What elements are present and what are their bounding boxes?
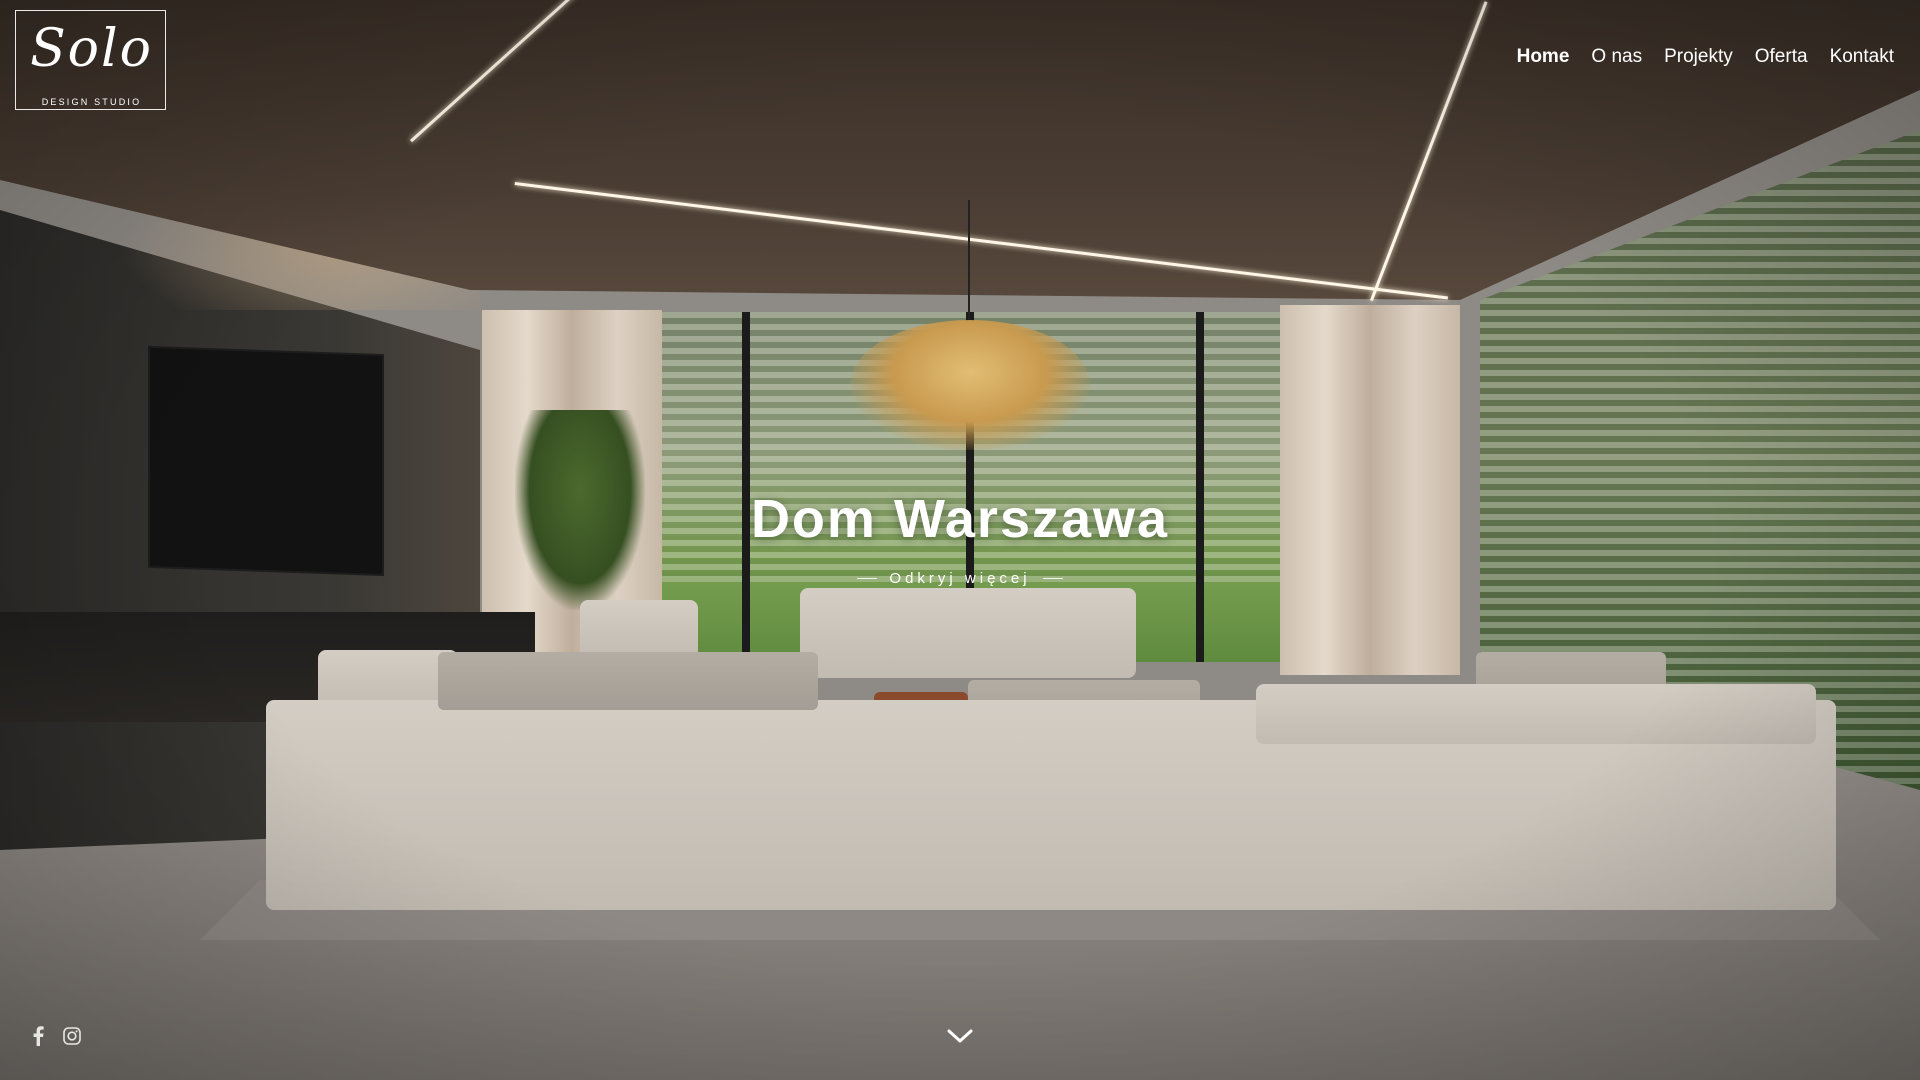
logo-script: Solo	[30, 19, 153, 79]
chevron-down-icon[interactable]	[947, 1026, 973, 1046]
discover-more-label[interactable]: Odkryj więcej	[889, 570, 1030, 587]
nav-item-projekty[interactable]: Projekty	[1664, 46, 1733, 68]
nav-item-oferta[interactable]: Oferta	[1755, 46, 1808, 68]
hero-title: Dom Warszawa	[750, 489, 1170, 549]
main-nav: Home O nas Projekty Oferta Kontakt	[1517, 46, 1894, 68]
instagram-icon[interactable]	[62, 1026, 82, 1046]
nav-item-kontakt[interactable]: Kontakt	[1830, 46, 1894, 68]
discover-more-link[interactable]: Odkryj więcej	[0, 570, 1920, 587]
divider-right	[1042, 578, 1063, 579]
logo-subtitle: DESIGN STUDIO	[41, 97, 142, 107]
facebook-icon[interactable]	[28, 1026, 48, 1046]
logo[interactable]: Solo DESIGN STUDIO	[15, 10, 166, 110]
social-links	[28, 1026, 82, 1046]
nav-item-o-nas[interactable]: O nas	[1591, 46, 1642, 68]
nav-item-home[interactable]: Home	[1517, 46, 1570, 68]
divider-left	[857, 578, 878, 579]
